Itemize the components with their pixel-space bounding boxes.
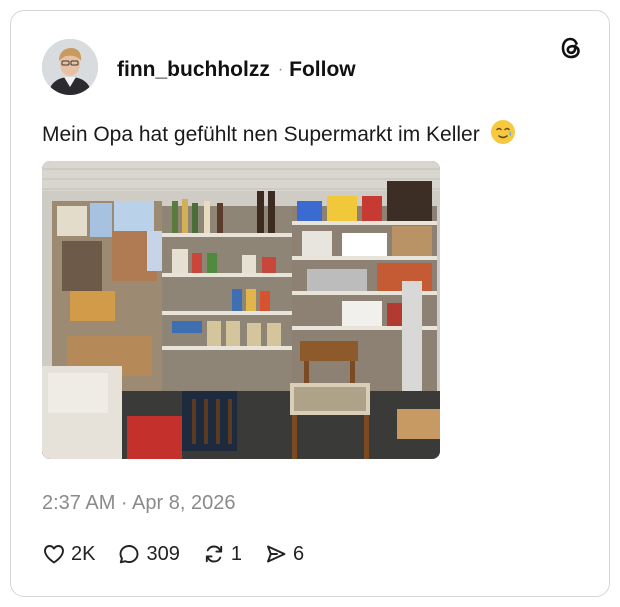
follow-button[interactable]: Follow <box>289 58 356 82</box>
separator-dot: · <box>277 61 284 78</box>
repost-count: 1 <box>230 542 242 565</box>
smiling-face-with-tear-icon <box>490 120 515 144</box>
heart-icon <box>44 545 64 564</box>
send-icon <box>267 545 286 563</box>
reply-button[interactable]: 309 <box>117 542 180 566</box>
like-button[interactable]: 2K <box>42 542 95 566</box>
post-text-body: Mein Opa hat gefühlt nen Supermarkt im K… <box>42 123 480 146</box>
comment-icon <box>120 545 139 564</box>
avatar-image <box>42 39 98 95</box>
post-photo[interactable] <box>42 161 440 459</box>
threads-logo-icon[interactable] <box>556 33 586 63</box>
share-button[interactable]: 6 <box>264 542 304 566</box>
share-count: 6 <box>292 542 305 565</box>
repost-icon <box>205 545 222 563</box>
avatar[interactable] <box>42 39 98 95</box>
repost-button[interactable]: 1 <box>202 542 242 566</box>
post-header: finn_buchholzz · Follow <box>117 57 356 83</box>
post-actions-bar: 2K 309 1 6 <box>42 539 326 569</box>
like-count: 2K <box>71 542 96 565</box>
post-timestamp[interactable]: 2:37 AM · Apr 8, 2026 <box>42 492 235 515</box>
username[interactable]: finn_buchholzz <box>117 58 270 82</box>
thread-post-card: finn_buchholzz · Follow Mein Opa hat gef… <box>10 10 610 597</box>
post-text: Mein Opa hat gefühlt nen Supermarkt im K… <box>42 119 516 147</box>
basement-pantry-photo <box>42 161 440 459</box>
reply-count: 309 <box>146 542 180 565</box>
